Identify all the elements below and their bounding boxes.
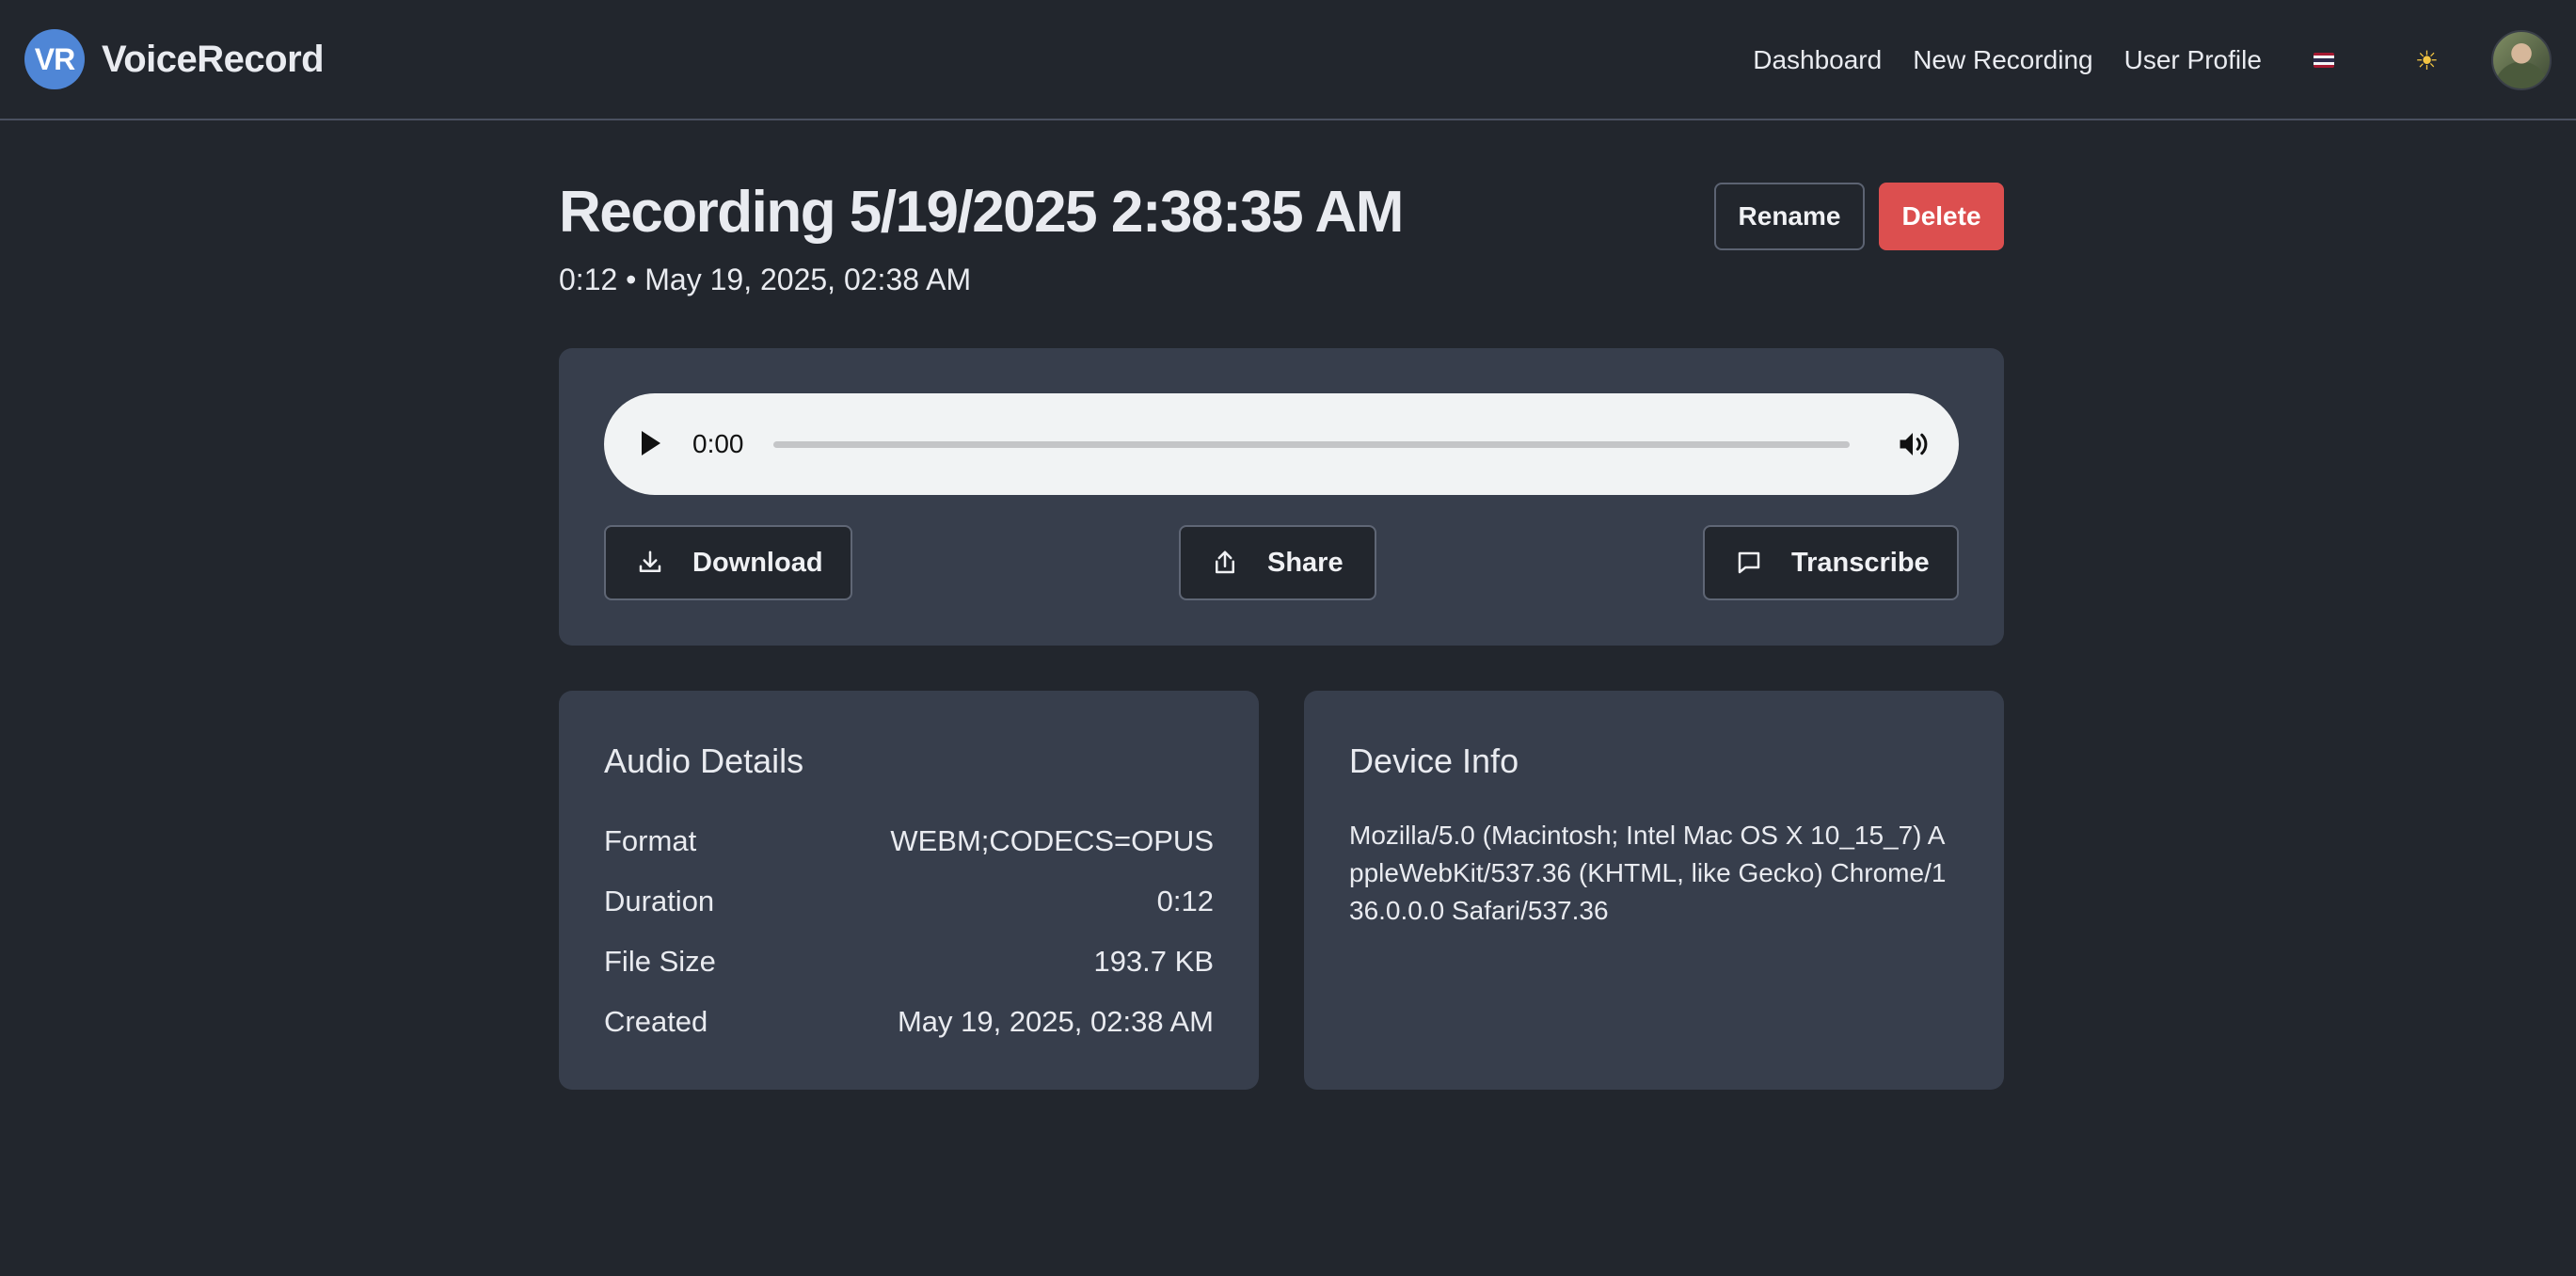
detail-label: Format: [604, 824, 697, 857]
delete-button[interactable]: Delete: [1879, 183, 2004, 250]
download-button[interactable]: Download: [604, 525, 852, 600]
detail-value: 0:12: [1156, 885, 1214, 917]
detail-row-file-size: File Size 193.7 KB: [604, 945, 1214, 979]
nav-dashboard-link[interactable]: Dashboard: [1753, 45, 1882, 75]
page-title: Recording 5/19/2025 2:38:35 AM: [559, 180, 1404, 245]
nav-user-profile-link[interactable]: User Profile: [2124, 45, 2262, 75]
play-icon[interactable]: [642, 431, 660, 455]
device-info-card: Device Info Mozilla/5.0 (Macintosh; Inte…: [1304, 691, 2004, 1090]
detail-row-duration: Duration 0:12: [604, 885, 1214, 918]
audio-details-card: Audio Details Format WEBM;CODECS=OPUS Du…: [559, 691, 1259, 1090]
device-info-title: Device Info: [1349, 742, 1519, 780]
main-nav: Dashboard New Recording User Profile ☀: [1753, 0, 2576, 120]
brand-logo-link[interactable]: VR VoiceRecord: [24, 29, 325, 89]
user-avatar[interactable]: [2491, 30, 2552, 90]
brand-name: VoiceRecord: [102, 38, 325, 80]
thai-flag-icon[interactable]: [2313, 53, 2334, 68]
player-card: 0:00 Download Share Transcribe: [559, 348, 2004, 646]
seek-bar[interactable]: [773, 441, 1850, 448]
detail-value: May 19, 2025, 02:38 AM: [897, 1005, 1214, 1038]
detail-label: Created: [604, 1005, 708, 1038]
audio-details-title: Audio Details: [604, 742, 804, 780]
top-navbar: VR VoiceRecord Dashboard New Recording U…: [0, 0, 2576, 120]
detail-row-created: Created May 19, 2025, 02:38 AM: [604, 1005, 1214, 1039]
brand-badge: VR: [24, 29, 85, 89]
detail-value: WEBM;CODECS=OPUS: [890, 824, 1214, 857]
current-time: 0:00: [692, 429, 744, 458]
detail-label: Duration: [604, 885, 715, 917]
nav-new-recording-link[interactable]: New Recording: [1913, 45, 2092, 75]
volume-icon[interactable]: [1896, 427, 1930, 461]
share-icon: [1216, 550, 1234, 574]
detail-value: 193.7 KB: [1093, 945, 1214, 978]
download-icon: [639, 550, 661, 572]
detail-row-format: Format WEBM;CODECS=OPUS: [604, 824, 1214, 858]
audio-player: 0:00: [604, 393, 1959, 495]
sun-icon[interactable]: ☀: [2415, 45, 2439, 76]
download-label: Download: [692, 547, 823, 578]
transcribe-button[interactable]: Transcribe: [1703, 525, 1959, 600]
rename-button[interactable]: Rename: [1714, 183, 1865, 250]
share-label: Share: [1267, 547, 1344, 578]
user-agent-text: Mozilla/5.0 (Macintosh; Intel Mac OS X 1…: [1349, 821, 1947, 925]
transcribe-label: Transcribe: [1791, 547, 1930, 578]
share-button[interactable]: Share: [1179, 525, 1376, 600]
comment-icon: [1738, 551, 1760, 574]
detail-label: File Size: [604, 945, 716, 978]
recording-meta: 0:12 • May 19, 2025, 02:38 AM: [559, 263, 972, 296]
